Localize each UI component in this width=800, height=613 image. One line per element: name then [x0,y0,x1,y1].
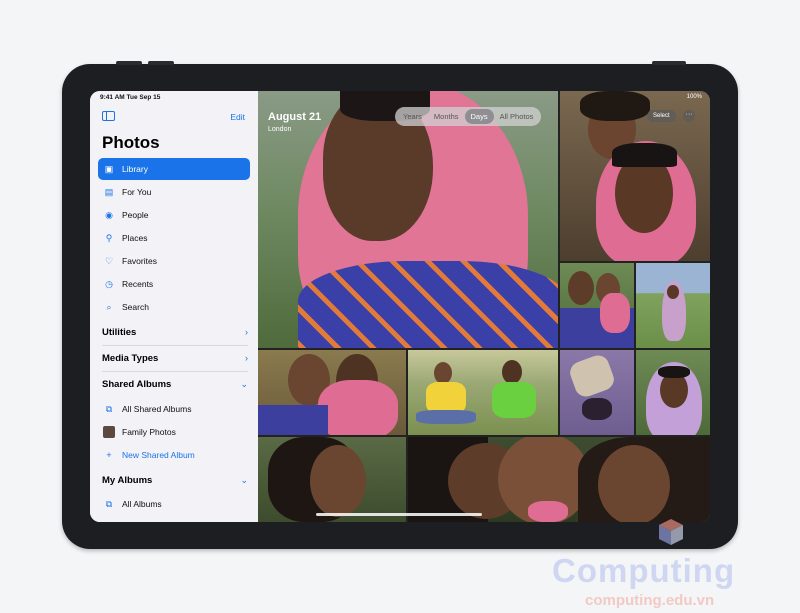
sidebar-item-label: For You [122,187,152,197]
view-segmented-control: Years Months Days All Photos [395,107,542,126]
shared-albums-icon: ⧉ [105,403,113,414]
sidebar-item-label: Places [122,233,148,243]
sidebar-item-label: Search [122,302,149,312]
photo-8[interactable] [258,437,406,522]
section-shared-albums[interactable]: Shared Albums ⌄ [102,373,248,395]
section-label: Shared Albums [102,378,172,390]
location-label: London [268,126,292,133]
tab-years[interactable]: Years [397,109,428,124]
status-time: 9:41 AM Tue Sep 15 [100,94,161,101]
chevron-down-icon: ⌄ [240,378,248,389]
watermark-site: computing.edu.vn [585,592,715,609]
sidebar-item-label: All Shared Albums [122,404,192,414]
power-button [652,61,686,65]
sidebar-item-label: New Shared Album [122,450,195,460]
screen: 9:41 AM Tue Sep 15 Edit Photos ▣ Library… [90,91,710,522]
photo-2[interactable] [560,263,634,348]
sidebar-item-all-albums[interactable]: ⧉ All Albums [98,493,250,515]
albums-icon: ⧉ [105,498,113,509]
volume-down-button [148,61,174,65]
plus-icon: + [106,450,112,460]
section-label: My Albums [102,474,153,486]
date-heading: August 21 [268,111,322,123]
chevron-down-icon: ⌄ [240,474,248,485]
sidebar-item-places[interactable]: ⚲ Places [98,227,250,249]
photo-6[interactable] [560,350,634,435]
more-icon[interactable]: ··· [683,110,695,122]
chevron-right-icon: › [245,353,248,363]
for-you-icon: ▤ [104,186,114,197]
photo-3[interactable] [636,263,710,348]
divider [102,371,248,372]
sidebar-item-label: Family Photos [122,427,176,437]
photo-7[interactable] [636,350,710,435]
sidebar-item-family-photos[interactable]: Family Photos [98,421,250,443]
photo-9[interactable] [408,437,710,522]
places-icon: ⚲ [105,232,113,243]
watermark-brand: Computing [552,552,736,589]
library-icon: ▣ [104,163,114,174]
album-thumbnail-icon [102,425,116,439]
sidebar-item-label: Recents [122,279,154,289]
people-icon: ◉ [105,209,113,220]
tab-months[interactable]: Months [428,109,465,124]
tab-days[interactable]: Days [464,109,494,124]
section-media-types[interactable]: Media Types › [102,347,248,369]
heart-icon: ♡ [104,255,114,266]
chevron-right-icon: › [245,327,248,337]
section-my-albums[interactable]: My Albums ⌄ [102,469,248,491]
photo-hero[interactable] [258,91,558,348]
sidebar-item-people[interactable]: ◉ People [98,204,250,226]
sidebar-item-all-shared-albums[interactable]: ⧉ All Shared Albums [98,398,250,420]
ipad-device: 9:41 AM Tue Sep 15 Edit Photos ▣ Library… [62,61,738,549]
sidebar-item-recents[interactable]: ◷ Recents [98,273,250,295]
section-utilities[interactable]: Utilities › [102,321,248,343]
watermark-logo-icon [659,519,683,545]
sidebar-item-label: Favorites [122,256,157,266]
section-label: Media Types [102,352,159,364]
select-button[interactable]: Select [647,110,676,122]
clock-icon: ◷ [105,278,113,289]
home-indicator [316,513,482,516]
photo-5[interactable] [408,350,558,435]
page-title: Photos [102,133,160,152]
sidebar-item-label: All Albums [122,499,162,509]
sidebar-item-label: Library [122,164,148,174]
photo-4[interactable] [258,350,406,435]
sidebar-item-library[interactable]: ▣ Library [98,158,250,180]
section-label: Utilities [102,326,137,338]
sidebar: 9:41 AM Tue Sep 15 Edit Photos ▣ Library… [90,91,258,522]
search-icon: ⌕ [106,301,112,312]
tab-all-photos[interactable]: All Photos [494,109,540,124]
new-shared-album-button[interactable]: + New Shared Album [98,444,250,466]
sidebar-toggle-icon[interactable] [102,111,115,121]
sidebar-item-for-you[interactable]: ▤ For You [98,181,250,203]
volume-up-button [116,61,142,65]
photo-grid: August 21 London Years Months Days All P… [258,91,710,522]
sidebar-item-label: People [122,210,149,220]
divider [102,345,248,346]
battery-status: 100% [686,94,702,100]
sidebar-item-favorites[interactable]: ♡ Favorites [98,250,250,272]
sidebar-item-search[interactable]: ⌕ Search [98,296,250,318]
edit-button[interactable]: Edit [230,112,245,122]
